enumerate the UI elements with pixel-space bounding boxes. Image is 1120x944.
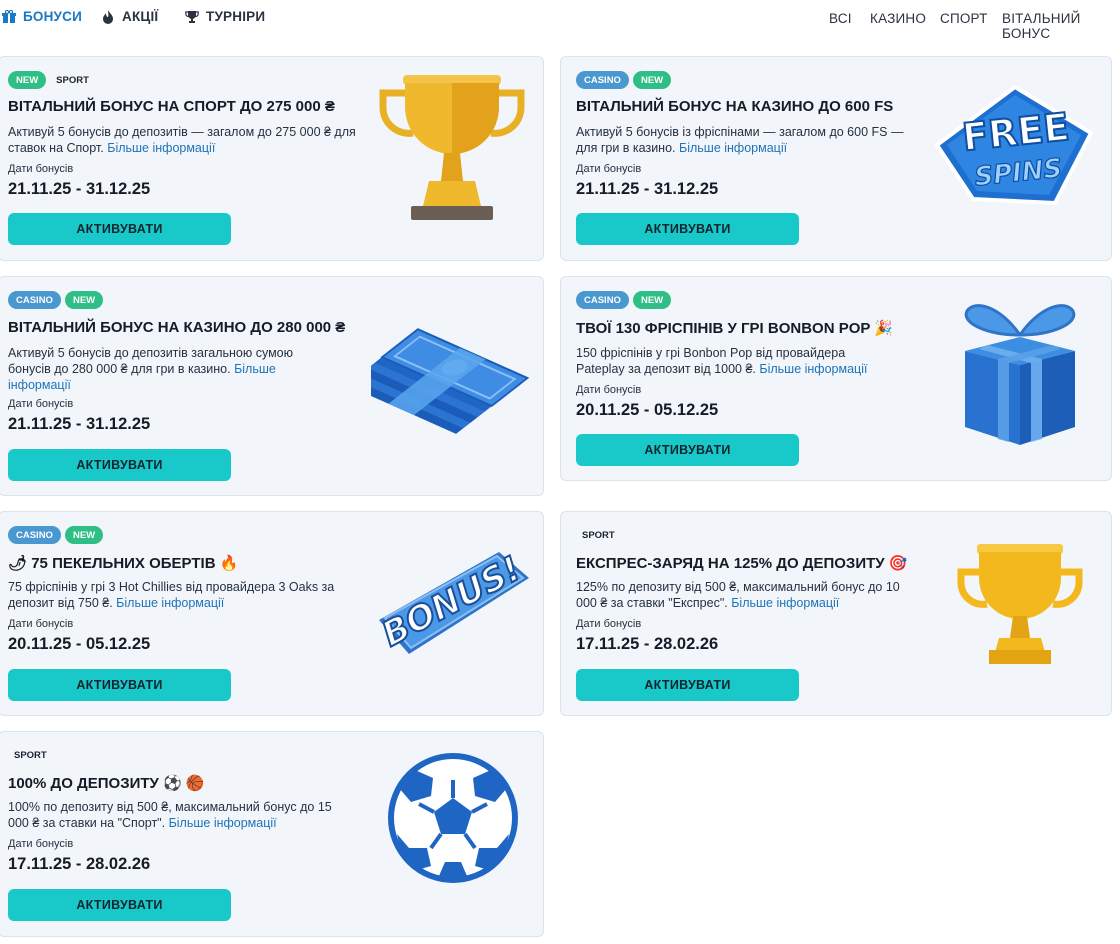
card-title: ВІТАЛЬНИЙ БОНУС НА КАЗИНО ДО 280 000 ₴ — [8, 319, 346, 336]
bonus-dates: 17.11.25 - 28.02.26 — [576, 635, 719, 653]
bonus-dates: 20.11.25 - 05.12.25 — [8, 635, 151, 653]
new-badge: NEW — [632, 291, 672, 309]
sport-badge: SPORT — [56, 74, 89, 86]
bonus-dates: 21.11.25 - 31.12.25 — [8, 180, 151, 198]
more-info-link[interactable]: Більше інформації — [731, 596, 839, 610]
bonus-card: CASINO NEW ВІТАЛЬНИЙ БОНУС НА КАЗИНО ДО … — [0, 276, 544, 496]
casino-badge: CASINO — [8, 291, 61, 309]
casino-badge: CASINO — [576, 71, 629, 89]
bonus-sign-icon: BONUS! — [375, 548, 529, 656]
bonus-dates: 21.11.25 - 31.12.25 — [8, 415, 151, 433]
tab-label: АКЦІЇ — [122, 9, 159, 24]
sport-badge: SPORT — [582, 529, 615, 541]
activate-button[interactable]: АКТИВУВАТИ — [8, 449, 231, 481]
filter-welcome-bonus[interactable]: ВІТАЛЬНИЙ БОНУС — [1002, 11, 1120, 41]
more-info-link[interactable]: Більше інформації — [169, 816, 277, 830]
badge-group: SPORT — [8, 746, 53, 764]
badge-group: CASINO NEW — [576, 291, 672, 309]
filter-sport[interactable]: СПОРТ — [940, 11, 988, 26]
sport-badge: SPORT — [14, 749, 47, 761]
date-label: Дати бонусів — [576, 618, 642, 630]
tab-bonuses[interactable]: БОНУСИ — [2, 9, 82, 24]
more-info-link[interactable]: Більше інформації — [116, 596, 224, 610]
casino-badge: CASINO — [576, 291, 629, 309]
new-badge: NEW — [64, 526, 104, 544]
badge-group: CASINO NEW — [8, 291, 104, 309]
trophy-icon — [379, 75, 525, 220]
filter-casino[interactable]: КАЗИНО — [870, 11, 926, 26]
card-description: Активуй 5 бонусів до депозитів — загалом… — [8, 125, 356, 155]
card-title: 🌶 75 ПЕКЕЛЬНИХ ОБЕРТІВ 🔥 — [8, 555, 239, 572]
trophy-icon — [185, 10, 199, 23]
bonus-card: SPORT 100% ДО ДЕПОЗИТУ ⚽ 🏀 100% по депоз… — [0, 731, 544, 937]
activate-button[interactable]: АКТИВУВАТИ — [576, 213, 799, 245]
new-badge: NEW — [64, 291, 104, 309]
gift-box-icon — [964, 304, 1076, 445]
bonus-dates: 21.11.25 - 31.12.25 — [576, 180, 719, 198]
card-title: ТВОЇ 130 ФРІСПІНІВ У ГРІ BONBON POP 🎉 — [576, 320, 893, 337]
flame-icon — [103, 9, 113, 24]
free-spins-icon: FREE SPINS — [934, 84, 1094, 206]
new-badge: NEW — [632, 71, 672, 89]
badge-group: CASINO NEW — [8, 526, 104, 544]
activate-button[interactable]: АКТИВУВАТИ — [8, 889, 231, 921]
tab-promotions[interactable]: АКЦІЇ — [101, 9, 158, 24]
bonus-card: CASINO NEW ТВОЇ 130 ФРІСПІНІВ У ГРІ BONB… — [560, 276, 1112, 481]
card-title: 100% ДО ДЕПОЗИТУ ⚽ 🏀 — [8, 775, 205, 792]
money-stack-icon — [371, 328, 530, 434]
bonus-dates: 17.11.25 - 28.02.26 — [8, 855, 151, 873]
badge-group: CASINO NEW — [576, 71, 672, 89]
card-title: ЕКСПРЕС-ЗАРЯД НА 125% ДО ДЕПОЗИТУ 🎯 — [576, 555, 908, 572]
card-description: 75 фріспінів у грі 3 Hot Chillies від пр… — [8, 580, 335, 610]
bonus-text: BONUS! — [376, 549, 528, 655]
date-label: Дати бонусів — [8, 163, 74, 175]
card-description: 125% по депозиту від 500 ₴, максимальний… — [576, 580, 900, 610]
card-description: Активуй 5 бонусів із фріспінами — загало… — [576, 125, 904, 155]
tab-tournaments[interactable]: ТУРНІРИ — [185, 9, 265, 24]
date-label: Дати бонусів — [576, 384, 642, 396]
card-description: 100% по депозиту від 500 ₴, максимальний… — [8, 800, 332, 830]
more-info-link[interactable]: Більше інформації — [107, 141, 215, 155]
new-badge: NEW — [8, 71, 47, 89]
bonus-card: NEW SPORT ВІТАЛЬНИЙ БОНУС НА СПОРТ ДО 27… — [0, 56, 544, 261]
badge-group: NEW SPORT — [8, 71, 95, 89]
top-nav: БОНУСИ АКЦІЇ ТУРНІРИ ВСІ КАЗИНО СПОРТ ВІ… — [0, 0, 1120, 41]
casino-badge: CASINO — [8, 526, 61, 544]
bonus-card: CASINO NEW ВІТАЛЬНИЙ БОНУС НА КАЗИНО ДО … — [560, 56, 1112, 261]
date-label: Дати бонусів — [8, 838, 74, 850]
more-info-link[interactable]: Більше інформації — [679, 141, 787, 155]
card-title: ВІТАЛЬНИЙ БОНУС НА СПОРТ ДО 275 000 ₴ — [8, 98, 335, 115]
bonus-card: CASINO NEW 🌶 75 ПЕКЕЛЬНИХ ОБЕРТІВ 🔥 75 ф… — [0, 511, 544, 716]
date-label: Дати бонусів — [8, 618, 74, 630]
more-info-link[interactable]: Більше інформації — [759, 362, 867, 376]
soccer-ball-icon — [388, 753, 518, 883]
card-title: ВІТАЛЬНИЙ БОНУС НА КАЗИНО ДО 600 FS — [576, 98, 894, 115]
gift-icon — [2, 9, 16, 23]
activate-button[interactable]: АКТИВУВАТИ — [8, 669, 231, 701]
activate-button[interactable]: АКТИВУВАТИ — [576, 434, 799, 466]
tab-label: ТУРНІРИ — [206, 9, 266, 24]
date-label: Дати бонусів — [576, 163, 642, 175]
activate-button[interactable]: АКТИВУВАТИ — [576, 669, 799, 701]
badge-group: SPORT — [576, 526, 621, 544]
card-description: Активуй 5 бонусів до депозитів загальною… — [8, 346, 293, 392]
date-label: Дати бонусів — [8, 398, 74, 410]
activate-button[interactable]: АКТИВУВАТИ — [8, 213, 231, 245]
tab-label: БОНУСИ — [23, 9, 83, 24]
bonus-card: SPORT ЕКСПРЕС-ЗАРЯД НА 125% ДО ДЕПОЗИТУ … — [560, 511, 1112, 716]
trophy-icon — [957, 544, 1083, 664]
bonus-dates: 20.11.25 - 05.12.25 — [576, 401, 719, 419]
card-description: 150 фріспінів у грі Bonbon Pop від прова… — [576, 346, 868, 376]
filter-all[interactable]: ВСІ — [829, 11, 852, 26]
